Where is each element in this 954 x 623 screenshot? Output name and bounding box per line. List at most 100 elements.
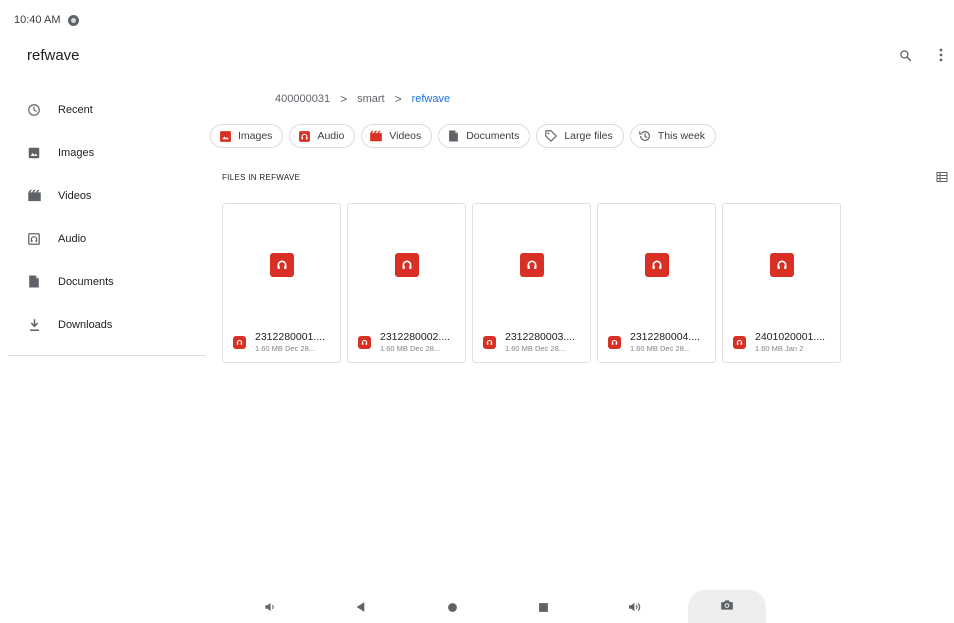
search-icon[interactable] xyxy=(896,46,914,64)
home-icon[interactable] xyxy=(441,596,463,618)
audio-icon xyxy=(608,335,621,349)
file-detail: 1.60 MB Dec 28... xyxy=(505,344,566,353)
screen: 10:40 AM refwave Recent Images Videos Au… xyxy=(0,0,954,623)
file-footer: 2312280004.... 1.60 MB Dec 28... xyxy=(608,331,711,353)
document-icon xyxy=(26,274,42,290)
image-icon xyxy=(218,129,232,143)
audio-icon xyxy=(269,253,294,277)
file-detail: 1.60 MB Dec 28... xyxy=(255,344,316,353)
file-detail: 1.60 MB Dec 28... xyxy=(380,344,441,353)
back-icon[interactable] xyxy=(349,596,371,618)
chip-label: Large files xyxy=(564,130,613,142)
file-footer: 2312280002.... 1.60 MB Dec 28... xyxy=(358,331,461,353)
file-footer: 2312280003.... 1.60 MB Dec 28... xyxy=(483,331,586,353)
audio-icon xyxy=(519,253,544,277)
top-actions xyxy=(896,46,950,64)
file-meta: 2312280004.... 1.60 MB Dec 28... xyxy=(630,331,700,353)
chip-audio[interactable]: Audio xyxy=(289,124,356,148)
sidebar-divider xyxy=(8,355,206,356)
file-detail: 1.60 MB Dec 28... xyxy=(630,344,691,353)
sidebar-item-documents[interactable]: Documents xyxy=(8,260,206,303)
sidebar-item-images[interactable]: Images xyxy=(8,131,206,174)
chip-this-week[interactable]: This week xyxy=(629,124,717,148)
list-view-icon[interactable] xyxy=(936,170,950,184)
file-thumbnail xyxy=(473,204,590,326)
sidebar-item-label: Images xyxy=(58,146,95,159)
file-thumbnail xyxy=(598,204,715,326)
sidebar-item-videos[interactable]: Videos xyxy=(8,174,206,217)
clock-icon xyxy=(26,102,42,118)
audio-icon xyxy=(769,253,794,277)
status-bar: 10:40 AM xyxy=(14,12,80,28)
audio-icon xyxy=(26,231,42,247)
file-name: 2401020001.... xyxy=(755,331,826,343)
chip-label: Documents xyxy=(466,130,520,142)
file-thumbnail xyxy=(723,204,840,326)
audio-icon xyxy=(733,335,746,349)
breadcrumb-current[interactable]: refwave xyxy=(412,93,451,105)
file-footer: 2312280001.... 1.60 MB Dec 28... xyxy=(233,331,336,353)
sidebar-item-label: Recent xyxy=(58,103,93,116)
audio-icon xyxy=(394,253,419,277)
sidebar-item-downloads[interactable]: Downloads xyxy=(8,303,206,346)
sidebar-item-label: Audio xyxy=(58,232,87,245)
chip-label: Images xyxy=(238,130,273,142)
status-notification-icon xyxy=(68,14,80,26)
file-footer: 2401020001.... 1.60 MB Jan 2 xyxy=(733,331,836,353)
sidebar: Recent Images Videos Audio Documents Dow… xyxy=(8,88,206,356)
movie-icon xyxy=(26,188,42,204)
file-meta: 2312280002.... 1.60 MB Dec 28... xyxy=(380,331,450,353)
file-meta: 2312280003.... 1.60 MB Dec 28... xyxy=(505,331,575,353)
download-icon xyxy=(26,317,42,333)
chip-images[interactable]: Images xyxy=(210,124,284,148)
file-meta: 2401020001.... 1.60 MB Jan 2 xyxy=(755,331,825,353)
chip-large-files[interactable]: Large files xyxy=(536,124,624,148)
audio-icon xyxy=(644,253,669,277)
file-name: 2312280001.... xyxy=(255,331,326,343)
file-card[interactable]: 2312280001.... 1.60 MB Dec 28... xyxy=(222,203,341,363)
system-nav-bar xyxy=(0,590,954,623)
file-card[interactable]: 2401020001.... 1.60 MB Jan 2 xyxy=(722,203,841,363)
chip-label: This week xyxy=(657,130,706,142)
screenshot-button[interactable] xyxy=(688,590,766,623)
breadcrumb: 400000031 > smart > refwave xyxy=(275,92,450,106)
camera-icon xyxy=(720,598,734,616)
file-name: 2312280002.... xyxy=(380,331,451,343)
audio-icon xyxy=(297,129,311,143)
sidebar-item-label: Documents xyxy=(58,275,114,288)
breadcrumb-separator: > xyxy=(394,92,402,106)
overview-icon[interactable] xyxy=(532,596,554,618)
tag-icon xyxy=(544,129,558,143)
section-title: FILES IN REFWAVE xyxy=(222,173,301,182)
chip-label: Videos xyxy=(389,130,422,142)
volume-up-icon[interactable] xyxy=(624,596,646,618)
file-name: 2312280004.... xyxy=(630,331,701,343)
breadcrumb-item[interactable]: 400000031 xyxy=(275,93,330,105)
breadcrumb-separator: > xyxy=(340,92,348,106)
filter-chips: Images Audio Videos Documents Large file… xyxy=(210,124,717,148)
chip-documents[interactable]: Documents xyxy=(438,124,531,148)
file-card[interactable]: 2312280002.... 1.60 MB Dec 28... xyxy=(347,203,466,363)
movie-icon xyxy=(369,129,383,143)
sidebar-item-label: Downloads xyxy=(58,318,113,331)
file-thumbnail xyxy=(348,204,465,326)
breadcrumb-item[interactable]: smart xyxy=(357,93,385,105)
file-detail: 1.60 MB Jan 2 xyxy=(755,344,804,353)
image-icon xyxy=(26,145,42,161)
file-card[interactable]: 2312280004.... 1.60 MB Dec 28... xyxy=(597,203,716,363)
status-time: 10:40 AM xyxy=(14,14,61,26)
history-icon xyxy=(638,129,652,143)
volume-down-icon[interactable] xyxy=(259,596,281,618)
file-thumbnail xyxy=(223,204,340,326)
sidebar-item-recent[interactable]: Recent xyxy=(8,88,206,131)
file-card[interactable]: 2312280003.... 1.60 MB Dec 28... xyxy=(472,203,591,363)
file-meta: 2312280001.... 1.60 MB Dec 28... xyxy=(255,331,325,353)
sidebar-item-label: Videos xyxy=(58,189,92,202)
more-vert-icon[interactable] xyxy=(932,46,950,64)
document-icon xyxy=(446,129,460,143)
chip-videos[interactable]: Videos xyxy=(361,124,433,148)
sidebar-item-audio[interactable]: Audio xyxy=(8,217,206,260)
audio-icon xyxy=(233,335,246,349)
page-title: refwave xyxy=(27,47,80,64)
chip-label: Audio xyxy=(317,130,345,142)
